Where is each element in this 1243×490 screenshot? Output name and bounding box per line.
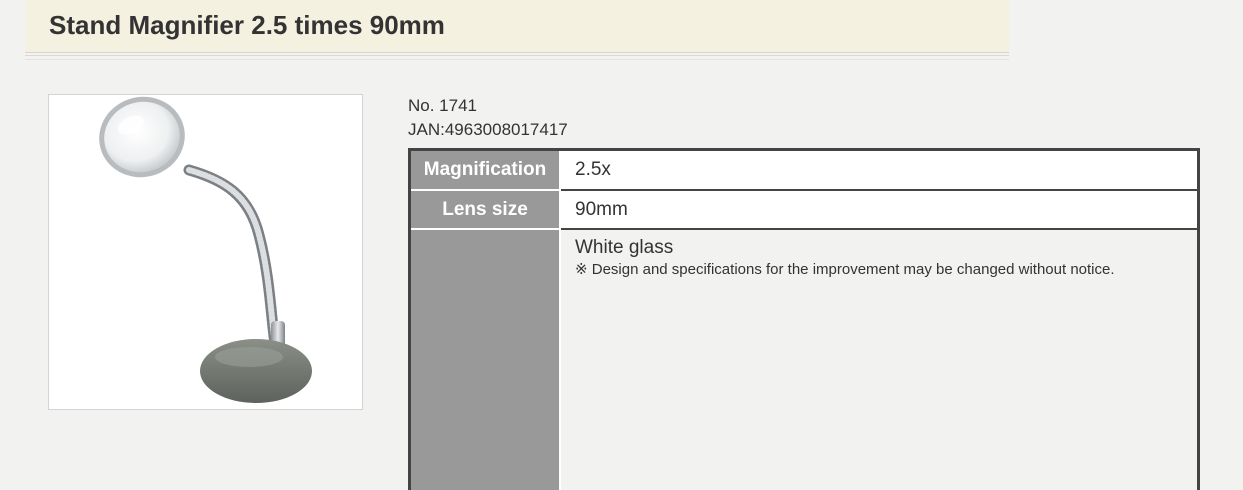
page-title: Stand Magnifier 2.5 times 90mm — [49, 10, 445, 40]
spec-table: Magnification 2.5x Lens size 90mm White … — [408, 148, 1200, 490]
product-jan: JAN:4963008017417 — [408, 120, 568, 139]
spec-value: 90mm — [559, 190, 1199, 230]
spec-value-cell: White glass ※ Design and specifications … — [559, 229, 1199, 490]
product-number: No. 1741 — [408, 96, 477, 115]
product-image — [48, 94, 363, 410]
spec-label: Magnification — [408, 148, 561, 191]
spec-value: White glass — [575, 237, 674, 258]
spec-value: 2.5x — [559, 149, 1199, 191]
spec-note: ※ Design and specifications for the impr… — [575, 261, 1115, 278]
spec-label: Lens size — [408, 189, 561, 230]
spec-row-lens-size: Lens size 90mm — [408, 189, 1199, 230]
spec-label — [408, 228, 561, 490]
spec-row-magnification: Magnification 2.5x — [408, 148, 1199, 191]
title-divider — [25, 55, 1009, 60]
product-meta: No. 1741 JAN:4963008017417 — [408, 94, 568, 142]
magnifier-illustration — [99, 96, 312, 403]
title-bar: Stand Magnifier 2.5 times 90mm — [25, 0, 1009, 53]
spec-row-material: White glass ※ Design and specifications … — [408, 228, 1199, 490]
